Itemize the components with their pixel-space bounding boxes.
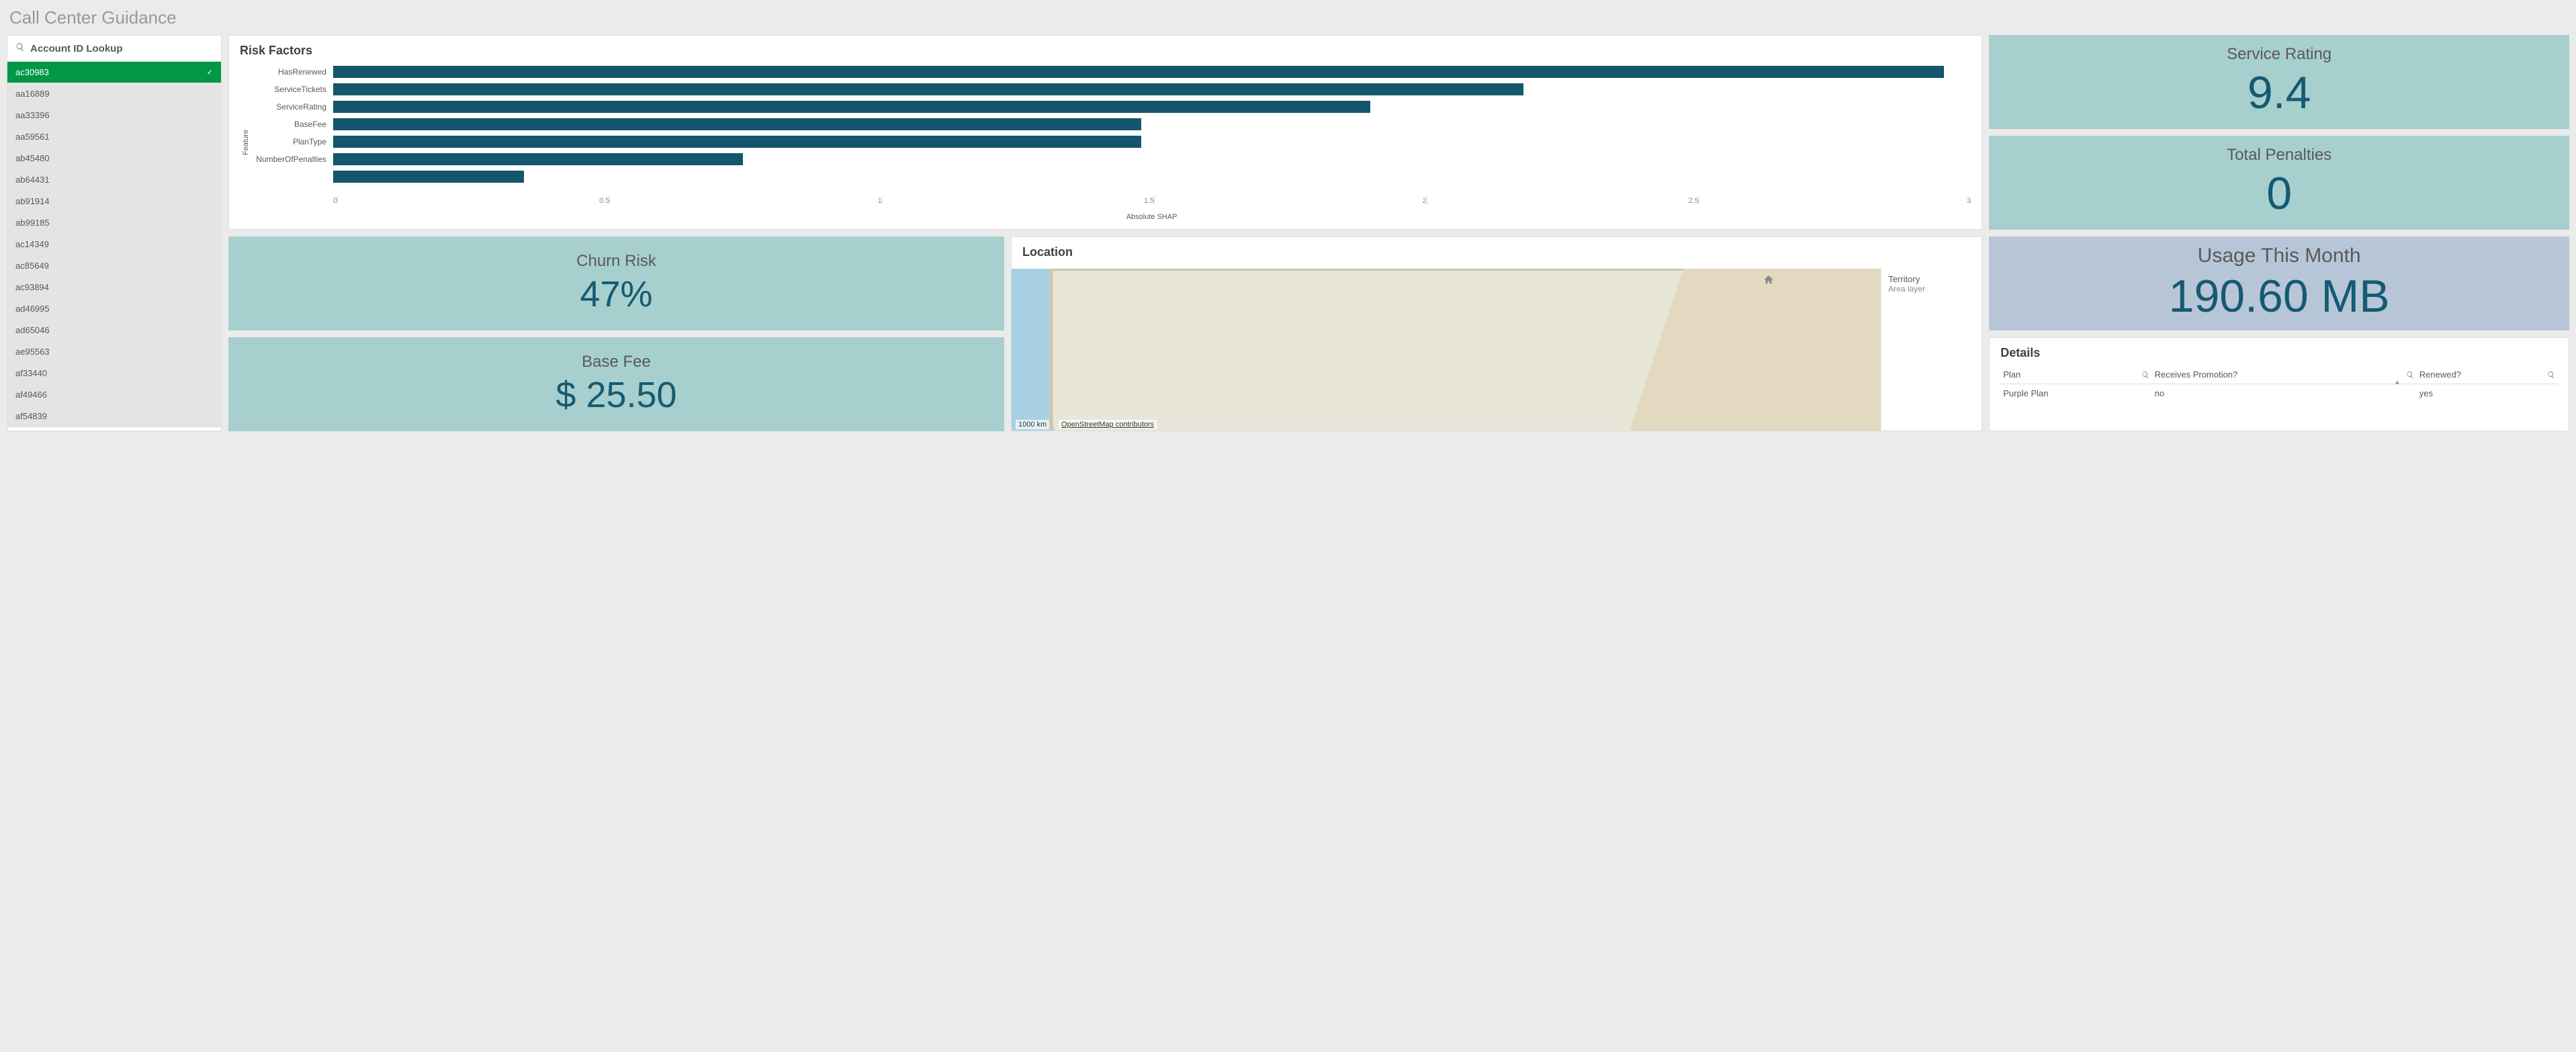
search-icon bbox=[15, 42, 25, 54]
account-list[interactable]: ac30983aa16889aa33396aa59561ab45480ab644… bbox=[7, 62, 221, 431]
chart-bar[interactable] bbox=[333, 83, 1523, 95]
details-column-header[interactable]: Plan bbox=[2000, 365, 2151, 384]
chart-xtick: 0.5 bbox=[337, 195, 609, 205]
kpi-service-rating-value: 9.4 bbox=[2248, 67, 2311, 119]
account-item[interactable]: af33440 bbox=[7, 363, 221, 384]
home-icon[interactable] bbox=[1763, 274, 1775, 286]
account-item[interactable]: ab45480 bbox=[7, 148, 221, 169]
account-item[interactable]: af49466 bbox=[7, 384, 221, 406]
kpi-total-penalties-label: Total Penalties bbox=[2227, 146, 2331, 165]
kpi-churn-risk[interactable]: Churn Risk 47% bbox=[228, 236, 1004, 331]
chart-bar[interactable] bbox=[333, 136, 1141, 148]
chart-xtick: 2 bbox=[1154, 195, 1426, 205]
details-panel: Details PlanReceives Promotion?▲Renewed?… bbox=[1989, 337, 2569, 431]
account-sidebar: Account ID Lookup ac30983aa16889aa33396a… bbox=[7, 35, 222, 431]
kpi-total-penalties[interactable]: Total Penalties 0 bbox=[1989, 136, 2569, 230]
chart-category-label: HasRenewed bbox=[252, 67, 329, 77]
kpi-base-fee-value: $ 25.50 bbox=[556, 374, 676, 416]
kpi-churn-risk-label: Churn Risk bbox=[576, 252, 656, 271]
chart-bar[interactable] bbox=[333, 118, 1141, 130]
chart-bar[interactable] bbox=[333, 171, 524, 183]
location-panel: Location NORTH AME 1000 km OpenStreetMap… bbox=[1011, 236, 1982, 431]
account-item[interactable]: ad46995 bbox=[7, 298, 221, 320]
account-item[interactable]: ac93894 bbox=[7, 277, 221, 298]
details-title: Details bbox=[2000, 346, 2558, 360]
chart-category-label: NumberOfPenalties bbox=[252, 155, 329, 164]
chart-xtick: 1 bbox=[609, 195, 881, 205]
account-item[interactable]: aa16889 bbox=[7, 83, 221, 105]
map[interactable]: NORTH AME 1000 km OpenStreetMap contribu… bbox=[1012, 269, 1881, 431]
chart-xlabel: Absolute SHAP bbox=[332, 213, 1971, 221]
chart-category-label: ServiceTickets bbox=[252, 85, 329, 94]
chart-category-label: ServiceRating bbox=[252, 102, 329, 112]
kpi-usage-value: 190.60 MB bbox=[2169, 270, 2390, 322]
location-title: Location bbox=[1012, 245, 1982, 259]
account-item[interactable]: ac85649 bbox=[7, 255, 221, 277]
kpi-total-penalties-value: 0 bbox=[2266, 167, 2292, 220]
risk-factors-chart[interactable]: HasRenewed ServiceTickets ServiceRating Bas… bbox=[252, 63, 1971, 221]
map-legend-sub: Area layer bbox=[1888, 284, 1975, 294]
map-legend: Territory Area layer bbox=[1881, 269, 1982, 431]
risk-factors-panel: Risk Factors Feature HasRenewed ServiceTi… bbox=[228, 35, 1982, 230]
chart-bar[interactable] bbox=[333, 153, 743, 165]
account-item[interactable]: af54839 bbox=[7, 406, 221, 427]
kpi-churn-risk-value: 47% bbox=[580, 273, 652, 315]
kpi-base-fee-label: Base Fee bbox=[582, 353, 651, 371]
details-column-header[interactable]: Receives Promotion?▲ bbox=[2152, 365, 2417, 384]
map-attribution[interactable]: OpenStreetMap contributors bbox=[1059, 420, 1157, 429]
account-item[interactable]: ac14349 bbox=[7, 234, 221, 255]
details-row[interactable]: Purple Plannoyes bbox=[2000, 384, 2558, 403]
account-item[interactable]: aa59561 bbox=[7, 126, 221, 148]
risk-factors-title: Risk Factors bbox=[240, 44, 1971, 58]
chart-category-label: BaseFee bbox=[252, 120, 329, 129]
account-item[interactable]: ab99185 bbox=[7, 212, 221, 234]
chart-ylabel: Feature bbox=[242, 130, 250, 155]
chart-category-label: PlanType bbox=[252, 137, 329, 146]
account-lookup-header[interactable]: Account ID Lookup bbox=[7, 36, 221, 62]
details-cell: yes bbox=[2417, 384, 2558, 403]
account-item[interactable]: ab91914 bbox=[7, 191, 221, 212]
details-cell: Purple Plan bbox=[2000, 384, 2151, 403]
chart-xtick: 3 bbox=[1699, 195, 1971, 205]
map-legend-title: Territory bbox=[1888, 274, 1975, 284]
kpi-usage-label: Usage This Month bbox=[2198, 245, 2361, 267]
chart-xtick: 2.5 bbox=[1427, 195, 1699, 205]
kpi-service-rating-label: Service Rating bbox=[2227, 45, 2331, 64]
account-item[interactable]: ab64431 bbox=[7, 169, 221, 191]
account-item[interactable]: aa33396 bbox=[7, 105, 221, 126]
details-cell: no bbox=[2152, 384, 2417, 403]
account-item[interactable]: ad65046 bbox=[7, 320, 221, 341]
map-scale: 1000 km bbox=[1016, 420, 1049, 429]
account-item[interactable]: ac30983 bbox=[7, 62, 221, 83]
kpi-service-rating[interactable]: Service Rating 9.4 bbox=[1989, 35, 2569, 129]
account-item[interactable]: ae95563 bbox=[7, 341, 221, 363]
kpi-usage[interactable]: Usage This Month 190.60 MB bbox=[1989, 236, 2569, 331]
account-lookup-label: Account ID Lookup bbox=[30, 43, 123, 54]
kpi-base-fee[interactable]: Base Fee $ 25.50 bbox=[228, 337, 1004, 431]
details-column-header[interactable]: Renewed? bbox=[2417, 365, 2558, 384]
page-title: Call Center Guidance bbox=[9, 7, 2569, 28]
details-table[interactable]: PlanReceives Promotion?▲Renewed?Purple P… bbox=[2000, 365, 2558, 402]
chart-bar[interactable] bbox=[333, 101, 1370, 113]
chart-xtick: 1.5 bbox=[882, 195, 1154, 205]
chart-bar[interactable] bbox=[333, 66, 1944, 78]
